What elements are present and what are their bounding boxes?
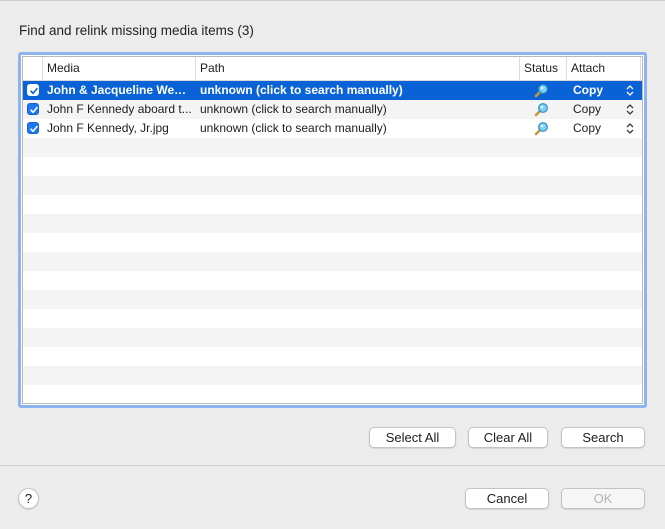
table-row[interactable]: John F Kennedy, Jr.jpg unknown (click to…	[23, 119, 642, 138]
row-checkbox[interactable]	[27, 103, 39, 115]
row-media-name: John F Kennedy, Jr.jpg	[47, 121, 169, 135]
empty-row	[23, 328, 642, 347]
media-table-body: Media Path Status Attach John & Jacqueli…	[22, 56, 643, 404]
select-all-button[interactable]: Select All	[369, 427, 456, 448]
empty-row	[23, 309, 642, 328]
row-checkbox[interactable]	[27, 122, 39, 134]
checkmark-icon	[30, 125, 38, 133]
magnifier-icon[interactable]	[533, 121, 549, 137]
attach-value[interactable]: Copy	[573, 81, 603, 100]
chevron-up-down-icon[interactable]	[626, 84, 634, 97]
cancel-button[interactable]: Cancel	[465, 488, 549, 509]
empty-row	[23, 347, 642, 366]
chevron-up-down-icon[interactable]	[626, 122, 634, 135]
row-path[interactable]: unknown (click to search manually)	[200, 119, 518, 138]
table-row[interactable]: John & Jacqueline Weddi... unknown (clic…	[23, 81, 642, 100]
row-media-name: John F Kennedy aboard t...	[47, 102, 192, 116]
table-row[interactable]: John F Kennedy aboard t... unknown (clic…	[23, 100, 642, 119]
empty-row	[23, 138, 642, 157]
empty-row	[23, 176, 642, 195]
relink-media-dialog: Find and relink missing media items (3) …	[0, 0, 665, 529]
footer-separator	[0, 465, 665, 466]
empty-row	[23, 385, 642, 403]
attach-value[interactable]: Copy	[573, 119, 601, 138]
magnifier-icon[interactable]	[533, 83, 549, 99]
header-status[interactable]: Status	[520, 57, 567, 80]
table-header: Media Path Status Attach	[23, 57, 642, 81]
empty-row	[23, 214, 642, 233]
empty-row	[23, 195, 642, 214]
header-attach[interactable]: Attach	[567, 57, 641, 80]
search-button[interactable]: Search	[561, 427, 645, 448]
empty-row	[23, 366, 642, 385]
attach-value[interactable]: Copy	[573, 100, 601, 119]
row-path[interactable]: unknown (click to search manually)	[200, 100, 518, 119]
empty-row	[23, 252, 642, 271]
row-media-name: John & Jacqueline Weddi...	[47, 83, 192, 97]
header-checkbox-column[interactable]	[23, 57, 43, 80]
empty-row	[23, 271, 642, 290]
empty-row	[23, 157, 642, 176]
empty-row	[23, 290, 642, 309]
row-checkbox[interactable]	[27, 84, 39, 96]
checkmark-icon	[30, 106, 38, 114]
header-media[interactable]: Media	[43, 57, 196, 80]
media-table[interactable]: Media Path Status Attach John & Jacqueli…	[18, 52, 647, 408]
magnifier-icon[interactable]	[533, 102, 549, 118]
clear-all-button[interactable]: Clear All	[468, 427, 548, 448]
table-rows: John & Jacqueline Weddi... unknown (clic…	[23, 81, 642, 403]
dialog-title: Find and relink missing media items (3)	[19, 23, 254, 38]
empty-row	[23, 233, 642, 252]
checkmark-icon	[30, 87, 38, 95]
help-button[interactable]: ?	[18, 488, 39, 509]
chevron-up-down-icon[interactable]	[626, 103, 634, 116]
header-path[interactable]: Path	[196, 57, 520, 80]
ok-button[interactable]: OK	[561, 488, 645, 509]
row-path[interactable]: unknown (click to search manually)	[200, 81, 518, 100]
